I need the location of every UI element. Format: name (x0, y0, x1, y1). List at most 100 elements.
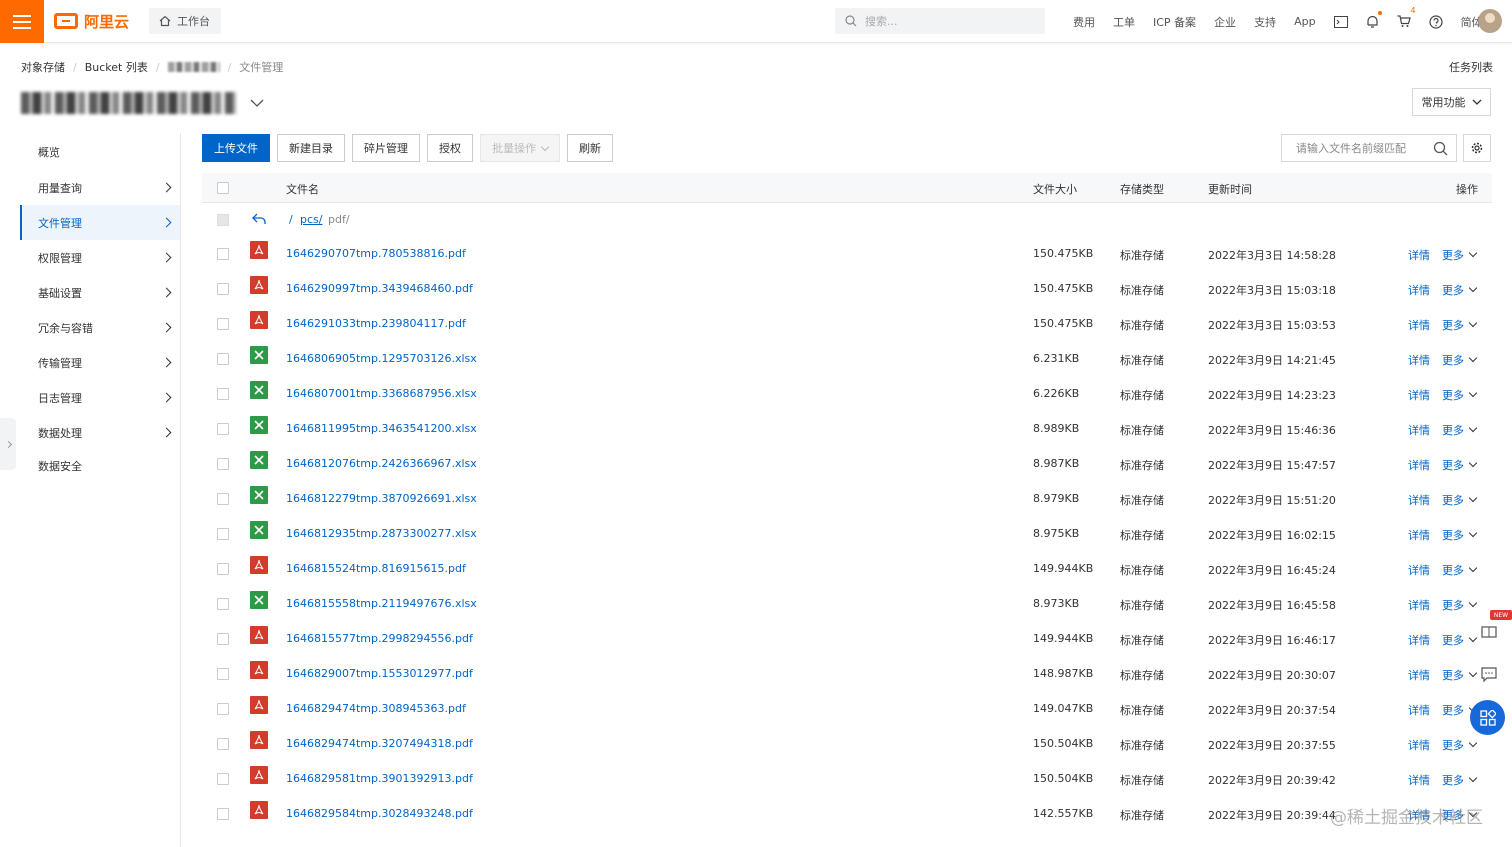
row-checkbox[interactable] (217, 773, 229, 785)
hamburger-menu-icon[interactable] (0, 0, 44, 43)
row-checkbox[interactable] (217, 633, 229, 645)
more-dropdown[interactable]: 更多 (1442, 422, 1478, 438)
path-pcs-link[interactable]: pcs/ (300, 213, 322, 226)
more-dropdown[interactable]: 更多 (1442, 282, 1478, 298)
file-name-link[interactable]: 1646829474tmp.308945363.pdf (286, 702, 466, 715)
new-directory-button[interactable]: 新建目录 (277, 134, 345, 162)
authorize-button[interactable]: 授权 (427, 134, 473, 162)
detail-link[interactable]: 详情 (1408, 282, 1430, 298)
row-checkbox[interactable] (217, 703, 229, 715)
row-checkbox[interactable] (217, 528, 229, 540)
workbench-button[interactable]: 工作台 (149, 8, 221, 34)
row-checkbox[interactable] (217, 738, 229, 750)
path-root-link[interactable]: / (289, 213, 293, 226)
row-checkbox[interactable] (217, 668, 229, 680)
row-checkbox[interactable] (217, 423, 229, 435)
row-checkbox[interactable] (217, 458, 229, 470)
file-prefix-search-input[interactable]: 请输入文件名前缀匹配 (1281, 134, 1457, 162)
file-name-link[interactable]: 1646812279tmp.3870926691.xlsx (286, 492, 477, 505)
detail-link[interactable]: 详情 (1408, 597, 1430, 613)
more-dropdown[interactable]: 更多 (1442, 772, 1478, 788)
file-name-link[interactable]: 1646829581tmp.3901392913.pdf (286, 772, 473, 785)
file-name-link[interactable]: 1646807001tmp.3368687956.xlsx (286, 387, 477, 400)
nav-fees[interactable]: 费用 (1064, 0, 1104, 43)
notification-button[interactable] (1357, 0, 1388, 43)
select-all-checkbox[interactable] (217, 182, 229, 194)
global-search-input[interactable]: 搜索... (835, 8, 1045, 34)
nav-tickets[interactable]: 工单 (1104, 0, 1144, 43)
row-checkbox[interactable] (217, 598, 229, 610)
row-checkbox[interactable] (217, 318, 229, 330)
nav-enterprise[interactable]: 企业 (1205, 0, 1245, 43)
avatar[interactable] (1478, 9, 1502, 33)
nav-support[interactable]: 支持 (1245, 0, 1285, 43)
row-checkbox[interactable] (217, 283, 229, 295)
file-name-link[interactable]: 1646829474tmp.3207494318.pdf (286, 737, 473, 750)
detail-link[interactable]: 详情 (1408, 457, 1430, 473)
back-arrow-icon[interactable] (252, 213, 266, 225)
quick-tools-button[interactable] (1470, 700, 1505, 735)
detail-link[interactable]: 详情 (1408, 317, 1430, 333)
more-dropdown[interactable]: 更多 (1442, 457, 1478, 473)
sidebar-item-permissions[interactable]: 权限管理 (20, 240, 180, 275)
feedback-button[interactable] (1478, 664, 1500, 684)
detail-link[interactable]: 详情 (1408, 352, 1430, 368)
help-button[interactable] (1420, 0, 1452, 43)
cart-button[interactable]: 4 (1388, 0, 1420, 43)
detail-link[interactable]: 详情 (1408, 632, 1430, 648)
more-dropdown[interactable]: 更多 (1442, 352, 1478, 368)
more-dropdown[interactable]: 更多 (1442, 527, 1478, 543)
aliyun-logo[interactable]: 阿里云 (54, 10, 129, 32)
more-dropdown[interactable]: 更多 (1442, 492, 1478, 508)
sidebar-item-basic-settings[interactable]: 基础设置 (20, 275, 180, 310)
file-name-link[interactable]: 1646290707tmp.780538816.pdf (286, 247, 466, 260)
detail-link[interactable]: 详情 (1408, 492, 1430, 508)
search-icon[interactable] (1433, 141, 1448, 156)
common-functions-button[interactable]: 常用功能 (1412, 88, 1491, 116)
sidebar-item-overview[interactable]: 概览 (20, 134, 180, 169)
sidebar-item-transfer[interactable]: 传输管理 (20, 345, 180, 380)
file-name-link[interactable]: 1646291033tmp.239804117.pdf (286, 317, 466, 330)
sidebar-collapse-handle[interactable] (0, 418, 16, 470)
detail-link[interactable]: 详情 (1408, 702, 1430, 718)
row-checkbox[interactable] (217, 248, 229, 260)
detail-link[interactable]: 详情 (1408, 527, 1430, 543)
more-dropdown[interactable]: 更多 (1442, 737, 1478, 753)
file-name-link[interactable]: 1646815558tmp.2119497676.xlsx (286, 597, 477, 610)
sidebar-item-data-security[interactable]: 数据安全 (20, 448, 180, 483)
breadcrumb-oss[interactable]: 对象存储 (21, 59, 65, 75)
row-checkbox[interactable] (217, 353, 229, 365)
file-name-link[interactable]: 1646829584tmp.3028493248.pdf (286, 807, 473, 820)
file-name-link[interactable]: 1646812076tmp.2426366967.xlsx (286, 457, 477, 470)
bucket-title[interactable] (21, 92, 264, 114)
detail-link[interactable]: 详情 (1408, 562, 1430, 578)
row-checkbox[interactable] (217, 493, 229, 505)
sidebar-item-logs[interactable]: 日志管理 (20, 380, 180, 415)
row-checkbox[interactable] (217, 808, 229, 820)
sidebar-item-file-management[interactable]: 文件管理 (20, 205, 180, 240)
release-notes-button[interactable] (1478, 622, 1500, 642)
detail-link[interactable]: 详情 (1408, 387, 1430, 403)
sidebar-item-data-processing[interactable]: 数据处理 (20, 415, 180, 450)
batch-operations-button[interactable]: 批量操作 (480, 134, 560, 162)
detail-link[interactable]: 详情 (1408, 737, 1430, 753)
file-name-link[interactable]: 1646829007tmp.1553012977.pdf (286, 667, 473, 680)
breadcrumb-bucket-name-redacted[interactable] (167, 62, 220, 72)
row-checkbox[interactable] (217, 563, 229, 575)
file-name-link[interactable]: 1646815577tmp.2998294556.pdf (286, 632, 473, 645)
detail-link[interactable]: 详情 (1408, 247, 1430, 263)
upload-file-button[interactable]: 上传文件 (202, 134, 270, 162)
more-dropdown[interactable]: 更多 (1442, 632, 1478, 648)
more-dropdown[interactable]: 更多 (1442, 387, 1478, 403)
refresh-button[interactable]: 刷新 (567, 134, 613, 162)
task-list-link[interactable]: 任务列表 (1449, 59, 1493, 75)
detail-link[interactable]: 详情 (1408, 772, 1430, 788)
more-dropdown[interactable]: 更多 (1442, 317, 1478, 333)
file-name-link[interactable]: 1646811995tmp.3463541200.xlsx (286, 422, 477, 435)
more-dropdown[interactable]: 更多 (1442, 597, 1478, 613)
table-settings-button[interactable] (1463, 134, 1491, 162)
more-dropdown[interactable]: 更多 (1442, 247, 1478, 263)
file-name-link[interactable]: 1646812935tmp.2873300277.xlsx (286, 527, 477, 540)
row-checkbox[interactable] (217, 388, 229, 400)
file-name-link[interactable]: 1646290997tmp.3439468460.pdf (286, 282, 473, 295)
